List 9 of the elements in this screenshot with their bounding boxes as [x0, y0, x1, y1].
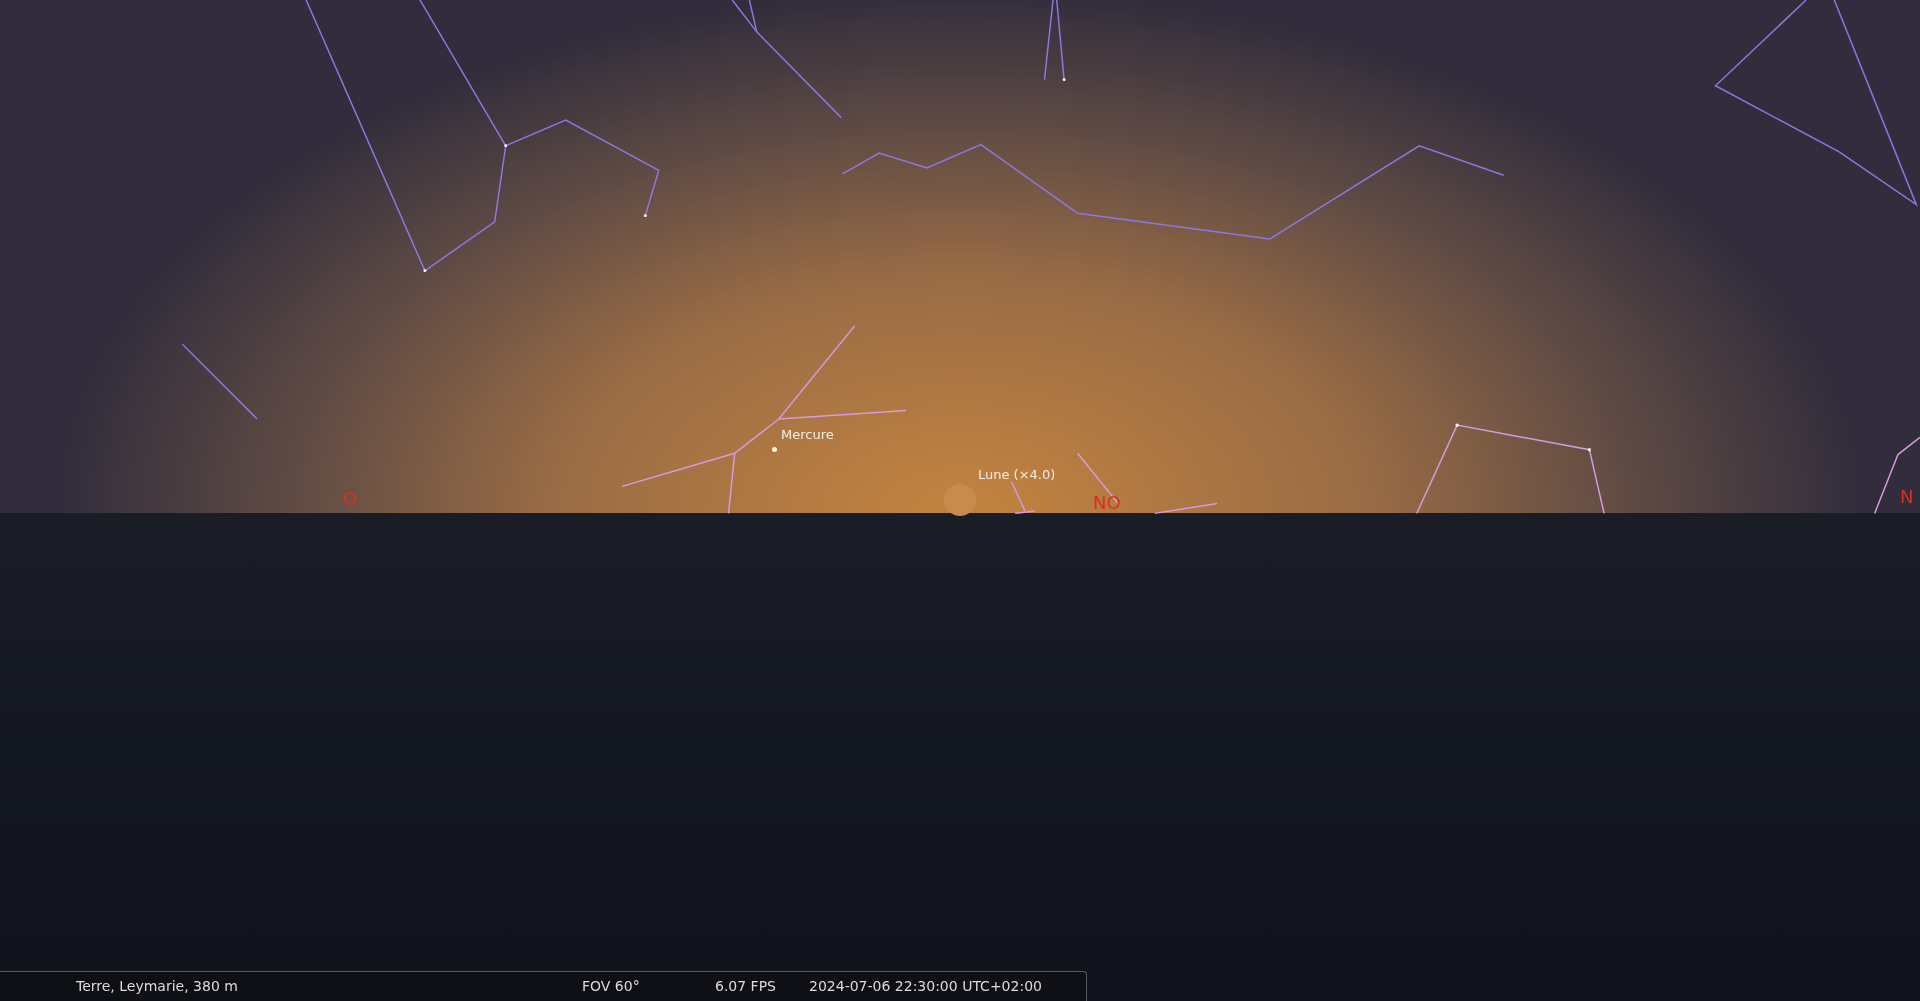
- datetime-text: 2024-07-06 22:30:00 UTC+02:00: [809, 977, 1042, 996]
- fov-text: FOV 60°: [582, 977, 641, 996]
- object-label: Lune (×4.0): [978, 468, 1056, 481]
- location-text: Terre, Leymarie, 380 m: [76, 977, 239, 996]
- cardinal-point-label: O: [343, 490, 358, 508]
- object-label: Mercure: [781, 428, 834, 441]
- fps-text: 6.07 FPS: [715, 977, 777, 996]
- cardinal-point-label: N: [1900, 488, 1914, 506]
- cardinal-point-label: NO: [1093, 494, 1121, 512]
